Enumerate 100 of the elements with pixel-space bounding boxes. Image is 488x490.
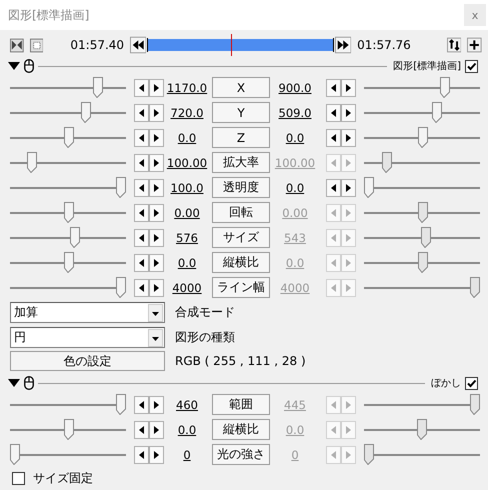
playhead-marker[interactable] [231,34,232,56]
decrement-button[interactable] [134,154,149,172]
increment-button[interactable] [149,78,164,96]
parameter-button[interactable]: 光の強さ [212,444,270,465]
start-value[interactable]: 1170.0 [164,80,210,94]
slider-thumb[interactable] [81,102,92,123]
caret-icon[interactable] [148,304,163,322]
section-checkbox[interactable] [465,60,478,72]
collapse-triangle-icon[interactable] [8,378,20,388]
slider-thumb[interactable] [364,177,374,198]
collapse-triangle-icon[interactable] [8,62,20,70]
parameter-button[interactable]: 回転 [212,202,270,223]
blend-mode-dropdown[interactable]: 加算 [10,302,165,323]
decrement-button[interactable] [134,254,149,272]
increment-button[interactable] [149,204,164,222]
slider-thumb[interactable] [116,177,126,198]
fast-forward-icon[interactable] [334,36,352,54]
rewind-icon[interactable] [130,36,146,54]
start-value[interactable]: 720.0 [164,106,210,120]
parameter-button[interactable]: Y [212,102,270,123]
section-checkbox[interactable] [465,376,478,390]
frame-icon[interactable] [30,38,44,52]
slider-thumb[interactable] [64,252,74,273]
slider-thumb[interactable] [418,252,428,273]
slider-thumb[interactable] [64,127,74,148]
slider-thumb[interactable] [26,152,37,173]
slider-thumb[interactable] [440,77,450,98]
parameter-button[interactable]: 縦横比 [212,252,270,273]
increment-button[interactable] [149,178,164,196]
end-value[interactable]: 0.0 [272,180,318,194]
slider-thumb[interactable] [418,202,428,223]
end-value[interactable]: 900.0 [272,80,318,94]
swap-icon[interactable] [446,37,462,53]
slider-thumb[interactable] [432,102,442,123]
end-value[interactable]: 509.0 [272,106,318,120]
decrement-button[interactable] [134,204,149,222]
decrement-button[interactable] [134,228,149,246]
parameter-button[interactable]: ライン幅 [212,277,270,298]
decrement-button[interactable] [134,396,149,414]
decrement-button[interactable] [134,104,149,122]
parameter-button[interactable]: X [212,77,270,98]
fixed-size-checkbox[interactable] [12,472,25,485]
parameter-button[interactable]: サイズ [212,227,270,248]
start-value[interactable]: 4000 [164,280,210,294]
decrement-button[interactable] [134,128,149,146]
slider-thumb[interactable] [364,444,374,465]
start-value[interactable]: 576 [164,230,210,244]
slider-thumb[interactable] [417,419,427,440]
color-settings-button[interactable]: 色の設定 [10,351,165,371]
increment-button[interactable] [341,104,356,122]
start-value[interactable]: 0 [164,448,210,462]
decrement-button[interactable] [134,446,149,464]
decrement-button[interactable] [326,128,341,146]
decrement-button[interactable] [326,78,341,96]
increment-button[interactable] [149,396,164,414]
add-icon[interactable] [467,37,482,53]
slider-thumb[interactable] [418,127,428,148]
increment-button[interactable] [149,446,164,464]
slider-thumb[interactable] [116,277,126,298]
decrement-button[interactable] [326,178,341,196]
parameter-button[interactable]: 範囲 [212,394,270,415]
decrement-button[interactable] [134,420,149,438]
start-value[interactable]: 0.0 [164,130,210,144]
slider-thumb[interactable] [64,419,74,440]
slider-thumb[interactable] [470,394,480,415]
caret-icon[interactable] [148,328,163,346]
decrement-button[interactable] [134,278,149,296]
slider-thumb[interactable] [92,77,103,98]
increment-button[interactable] [149,104,164,122]
slider-thumb[interactable] [70,227,80,248]
parameter-button[interactable]: 透明度 [212,177,270,198]
increment-button[interactable] [341,178,356,196]
slider-thumb[interactable] [64,202,74,223]
start-value[interactable]: 100.00 [164,156,210,170]
parameter-button[interactable]: 縦横比 [212,419,270,440]
slider-thumb[interactable] [382,152,392,173]
increment-button[interactable] [149,278,164,296]
parameter-button[interactable]: 拡大率 [212,152,270,173]
parameter-button[interactable]: Z [212,127,270,148]
increment-button[interactable] [341,78,356,96]
slider-thumb[interactable] [116,394,126,415]
increment-button[interactable] [149,254,164,272]
start-value[interactable]: 100.0 [164,180,210,194]
increment-button[interactable] [149,420,164,438]
decrement-button[interactable] [134,78,149,96]
end-value[interactable]: 0.0 [272,130,318,144]
increment-button[interactable] [341,128,356,146]
slider-thumb[interactable] [10,444,20,465]
increment-button[interactable] [149,128,164,146]
shape-type-dropdown[interactable]: 円 [10,327,165,348]
start-value[interactable]: 0.0 [164,256,210,270]
slider-thumb[interactable] [470,277,480,298]
close-button[interactable]: x [464,4,486,26]
image-icon[interactable] [10,38,24,52]
start-value[interactable]: 0.00 [164,206,210,220]
start-value[interactable]: 460 [164,398,210,412]
decrement-button[interactable] [134,178,149,196]
increment-button[interactable] [149,154,164,172]
start-value[interactable]: 0.0 [164,422,210,436]
increment-button[interactable] [149,228,164,246]
